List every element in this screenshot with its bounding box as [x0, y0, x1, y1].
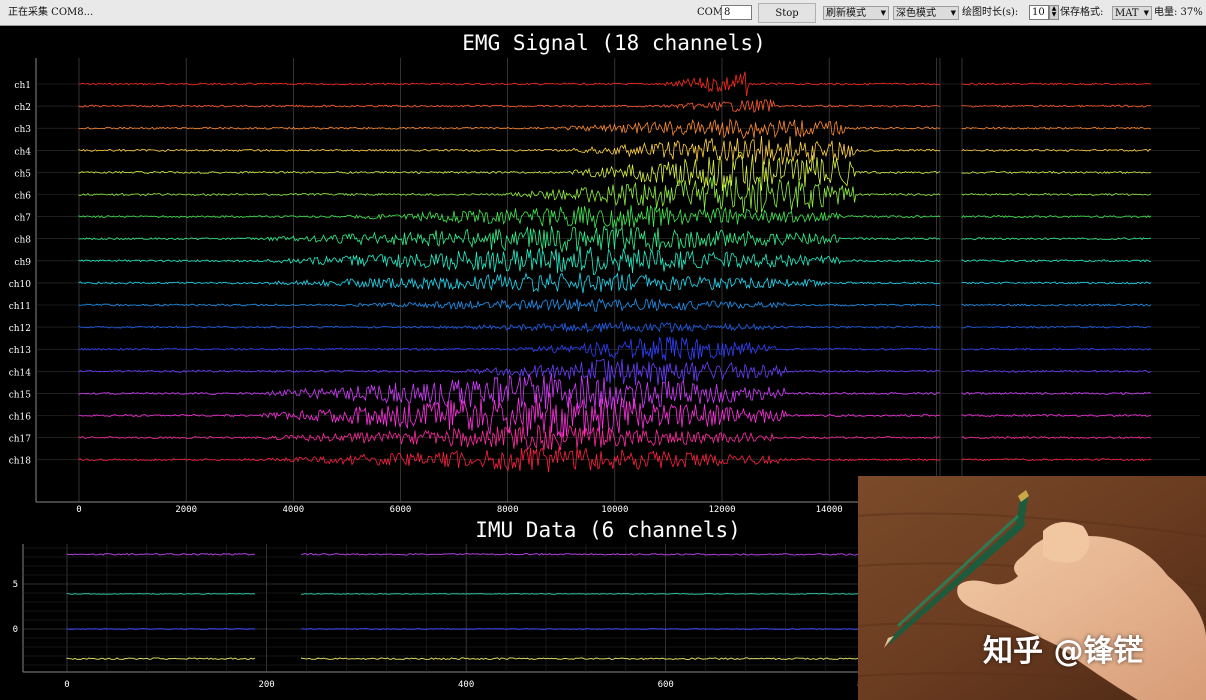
imu-x-tick-label: 400 — [458, 680, 474, 690]
theme-mode-select[interactable]: 深色模式 ▼ — [893, 6, 959, 20]
emg-x-tick-label: 6000 — [390, 505, 412, 515]
emg-channel-label: ch13 — [9, 346, 32, 356]
emg-channel-label: ch1 — [14, 81, 31, 91]
emg-title: EMG Signal (18 channels) — [462, 31, 765, 55]
duration-input[interactable]: 10 — [1029, 5, 1049, 20]
toolbar: 正在采集 COM8... COM: 8 Stop 刷新模式 ▼ 深色模式 ▼ 绘… — [0, 0, 1206, 26]
emg-x-tick-label: 4000 — [282, 505, 304, 515]
spin-down-icon[interactable]: ▼ — [1050, 12, 1058, 18]
imu-title: IMU Data (6 channels) — [475, 518, 741, 542]
emg-channel-label: ch12 — [9, 324, 31, 334]
battery-text: 电量: 37% — [1154, 7, 1203, 18]
watermark-photo: 知乎 @锋铓 — [858, 476, 1206, 700]
status-text: 正在采集 COM8... — [8, 7, 94, 18]
emg-x-tick-label: 0 — [76, 505, 81, 515]
duration-label: 绘图时长(s): — [962, 7, 1019, 18]
imu-y-tick-label: 0 — [13, 625, 18, 635]
emg-x-tick-label: 12000 — [708, 505, 735, 515]
emg-channel-label: ch3 — [14, 125, 31, 135]
emg-channel-label: ch15 — [9, 390, 32, 400]
chevron-down-icon: ▼ — [950, 9, 956, 17]
chevron-down-icon: ▼ — [1143, 9, 1149, 17]
stop-button[interactable]: Stop — [758, 3, 816, 23]
save-format-label: 保存格式: — [1060, 7, 1104, 18]
duration-spinner[interactable]: ▲ ▼ — [1049, 5, 1059, 20]
emg-channel-label: ch11 — [9, 302, 31, 312]
emg-channel-label: ch9 — [14, 258, 31, 268]
imu-x-tick-label: 0 — [64, 680, 69, 690]
emg-channel-label: ch14 — [9, 368, 32, 378]
emg-channel-label: ch6 — [14, 192, 31, 202]
chevron-down-icon: ▼ — [880, 9, 886, 17]
theme-mode-value: 深色模式 — [896, 8, 936, 19]
imu-channel-trace — [300, 592, 860, 595]
emg-x-tick-label: 10000 — [601, 505, 628, 515]
emg-x-tick-label: 8000 — [497, 505, 519, 515]
emg-channel-label: ch5 — [14, 169, 31, 179]
emg-channel-label: ch10 — [9, 280, 32, 290]
imu-y-tick-label: 5 — [13, 580, 18, 590]
save-format-value: MAT — [1115, 8, 1139, 19]
emg-channel-label: ch8 — [14, 236, 31, 246]
imu-x-tick-label: 200 — [258, 680, 274, 690]
emg-x-tick-label: 14000 — [816, 505, 843, 515]
imu-channel-trace — [66, 592, 256, 595]
emg-channel-label: ch4 — [14, 147, 31, 157]
watermark-text: 知乎 @锋铓 — [983, 634, 1144, 669]
imu-channel-trace — [301, 628, 860, 630]
emg-channel-label: ch7 — [14, 214, 31, 224]
imu-x-tick-label: 600 — [658, 680, 674, 690]
emg-x-tick-label: 2000 — [175, 505, 197, 515]
emg-channel-label: ch18 — [9, 457, 32, 467]
emg-channel-label: ch16 — [9, 413, 32, 423]
com-port-input[interactable]: 8 — [721, 5, 752, 20]
emg-channel-label: ch2 — [14, 103, 31, 113]
save-format-select[interactable]: MAT ▼ — [1112, 6, 1152, 20]
refresh-mode-value: 刷新模式 — [826, 8, 866, 19]
emg-channel-label: ch17 — [9, 435, 32, 445]
refresh-mode-select[interactable]: 刷新模式 ▼ — [823, 6, 889, 20]
